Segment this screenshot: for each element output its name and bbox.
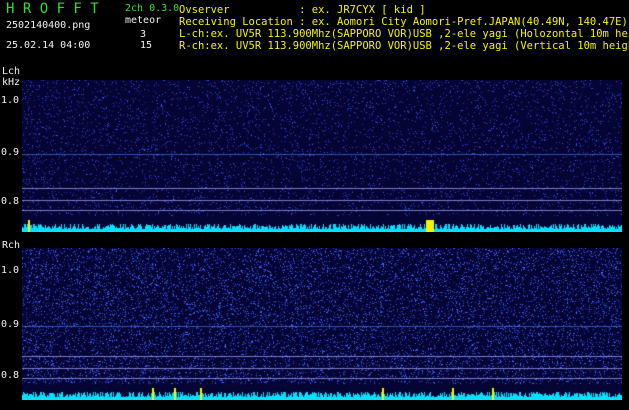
lch-ytick-1-0: 1.0 bbox=[1, 95, 20, 106]
app-logo: H R O F F T bbox=[6, 1, 99, 17]
rch-ytick-0-8: 0.8 bbox=[1, 370, 20, 381]
rch-label: Rch bbox=[2, 240, 21, 251]
channel-tag: 2ch 0.3.0 bbox=[125, 3, 180, 14]
lch-spectrogram bbox=[22, 80, 622, 232]
lch-unit-label: kHz bbox=[2, 77, 21, 88]
image-datetime: 25.02.14 04:00 bbox=[6, 40, 91, 51]
image-filename: 2502140400.png bbox=[6, 20, 91, 31]
lch-ytick-0-8: 0.8 bbox=[1, 196, 20, 207]
lch-label: Lch bbox=[2, 66, 21, 77]
rch-receiver-info: R-ch:ex. UV5R 113.900Mhz(SAPPORO VOR)USB… bbox=[179, 40, 629, 52]
lch-waterfall-canvas bbox=[22, 80, 622, 232]
rch-ytick-0-9: 0.9 bbox=[1, 319, 20, 330]
rch-waterfall-canvas bbox=[22, 248, 622, 400]
rch-spectrogram bbox=[22, 248, 622, 400]
lch-ytick-0-9: 0.9 bbox=[1, 147, 20, 158]
meteor-label: meteor bbox=[125, 15, 162, 26]
meteor-r-count: 15 bbox=[140, 40, 153, 51]
rch-ytick-1-0: 1.0 bbox=[1, 265, 20, 276]
